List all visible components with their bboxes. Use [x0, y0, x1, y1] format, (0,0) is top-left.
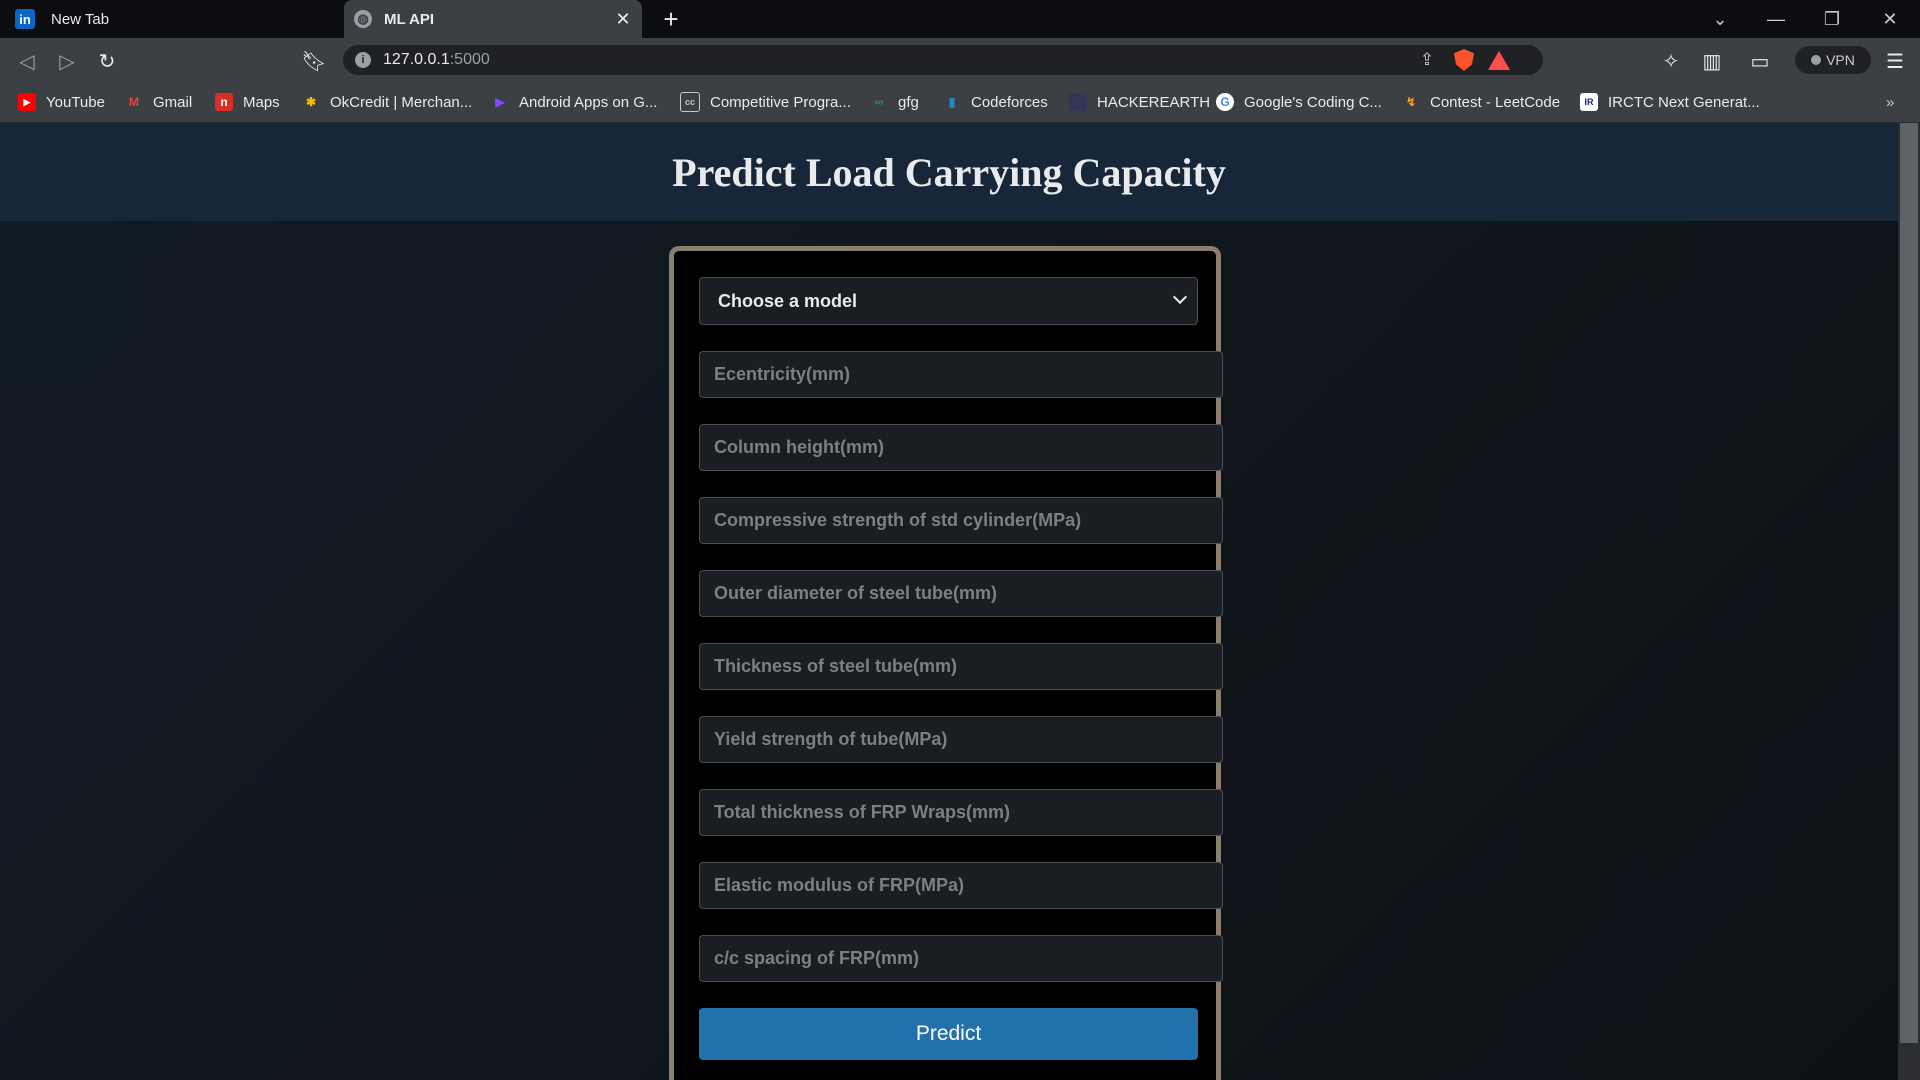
- frp-spacing-input[interactable]: [699, 935, 1223, 982]
- page-header: Predict Load Carrying Capacity: [0, 123, 1898, 221]
- column-height-input[interactable]: [699, 424, 1223, 471]
- close-window-icon[interactable]: ✕: [1862, 0, 1918, 38]
- scrollbar-thumb[interactable]: [1900, 123, 1918, 1043]
- brave-rewards-icon[interactable]: [1488, 49, 1510, 71]
- back-icon[interactable]: ◁: [12, 46, 42, 76]
- frp-elastic-modulus-input[interactable]: [699, 862, 1223, 909]
- minimize-icon[interactable]: —: [1748, 0, 1804, 38]
- brave-shields-icon[interactable]: [1453, 49, 1475, 71]
- bookmark-codeforces[interactable]: ▮ Codeforces: [943, 90, 1048, 114]
- irctc-icon: IR: [1580, 93, 1598, 111]
- google-play-icon: ▶: [495, 95, 505, 109]
- restore-icon[interactable]: ❐: [1804, 0, 1860, 38]
- bookmark-irctc[interactable]: IR IRCTC Next Generat...: [1580, 90, 1760, 114]
- share-icon[interactable]: ⇪: [1416, 49, 1438, 71]
- compressive-strength-input[interactable]: [699, 497, 1223, 544]
- globe-icon: ◍: [354, 10, 372, 28]
- hackerearth-icon: [1069, 93, 1087, 111]
- extensions-icon[interactable]: ✧: [1656, 46, 1686, 76]
- bookmark-leetcode[interactable]: ↯ Contest - LeetCode: [1402, 90, 1560, 114]
- forward-icon[interactable]: ▷: [52, 46, 82, 76]
- bookmark-android-apps[interactable]: ▶ Android Apps on G...: [491, 90, 657, 114]
- bookmark-competitive-programming[interactable]: cc Competitive Progra...: [680, 90, 851, 114]
- tube-thickness-input[interactable]: [699, 643, 1223, 690]
- bookmark-icon[interactable]: 🔖︎: [299, 46, 329, 76]
- bookmark-gfg[interactable]: ∞ gfg: [870, 90, 919, 114]
- predict-button[interactable]: Predict: [699, 1008, 1198, 1060]
- tab-title: New Tab: [51, 10, 110, 28]
- okcredit-icon: ✱: [305, 95, 317, 109]
- gfg-icon: ∞: [874, 95, 884, 109]
- more-bookmarks-icon[interactable]: »: [1886, 90, 1894, 114]
- vpn-status-icon: [1811, 55, 1822, 65]
- bookmark-hackerearth[interactable]: HACKEREARTH: [1069, 90, 1210, 114]
- tab-ml-api[interactable]: ◍ ML API ✕: [344, 0, 642, 38]
- bookmark-okcredit[interactable]: ✱ OkCredit | Merchan...: [302, 90, 472, 114]
- tab-title: ML API: [384, 10, 435, 28]
- frp-thickness-input[interactable]: [699, 789, 1223, 836]
- wallet-icon[interactable]: ▭: [1745, 46, 1775, 76]
- google-icon: G: [1216, 93, 1234, 111]
- ecentricity-input[interactable]: [699, 351, 1223, 398]
- bookmark-maps[interactable]: n Maps: [215, 90, 280, 114]
- site-info-icon[interactable]: i: [355, 52, 371, 68]
- bookmarks-bar: ▶ YouTube M Gmail n Maps ✱ OkCredit | Mercha…: [0, 82, 1920, 123]
- codechef-icon: cc: [680, 92, 700, 112]
- outer-diameter-input[interactable]: [699, 570, 1223, 617]
- menu-icon[interactable]: ☰: [1880, 46, 1910, 76]
- new-tab-button[interactable]: +: [656, 4, 686, 34]
- model-select[interactable]: Choose a model: [699, 277, 1198, 325]
- maps-icon: n: [215, 93, 233, 111]
- codeforces-icon: ▮: [948, 95, 956, 109]
- leetcode-icon: ↯: [1405, 95, 1417, 109]
- yield-strength-input[interactable]: [699, 716, 1223, 763]
- address-bar[interactable]: i 127.0.0.1:5000 ⇪: [343, 45, 1543, 75]
- gmail-icon: M: [129, 95, 139, 109]
- youtube-icon: ▶: [18, 93, 36, 111]
- close-tab-icon[interactable]: ✕: [612, 8, 634, 30]
- bookmark-youtube[interactable]: ▶ YouTube: [18, 90, 105, 114]
- page-title: Predict Load Carrying Capacity: [672, 150, 1226, 195]
- chevron-down-icon: [1172, 289, 1188, 305]
- linkedin-icon: in: [15, 9, 35, 29]
- tab-new-tab[interactable]: in New Tab: [0, 0, 342, 38]
- reload-icon[interactable]: ↻: [92, 46, 122, 76]
- bookmark-gmail[interactable]: M Gmail: [125, 90, 192, 114]
- vpn-button[interactable]: VPN: [1795, 46, 1871, 74]
- sidebar-icon[interactable]: ▥: [1697, 46, 1727, 76]
- tab-strip: in New Tab ◍ ML API ✕ + ⌄ — ❐ ✕: [0, 0, 1920, 38]
- scrollbar[interactable]: [1898, 123, 1920, 1080]
- tab-search-chevron-icon[interactable]: ⌄: [1692, 0, 1748, 38]
- url-text: 127.0.0.1:5000: [383, 51, 490, 68]
- bookmark-google-coding[interactable]: G Google's Coding C...: [1216, 90, 1382, 114]
